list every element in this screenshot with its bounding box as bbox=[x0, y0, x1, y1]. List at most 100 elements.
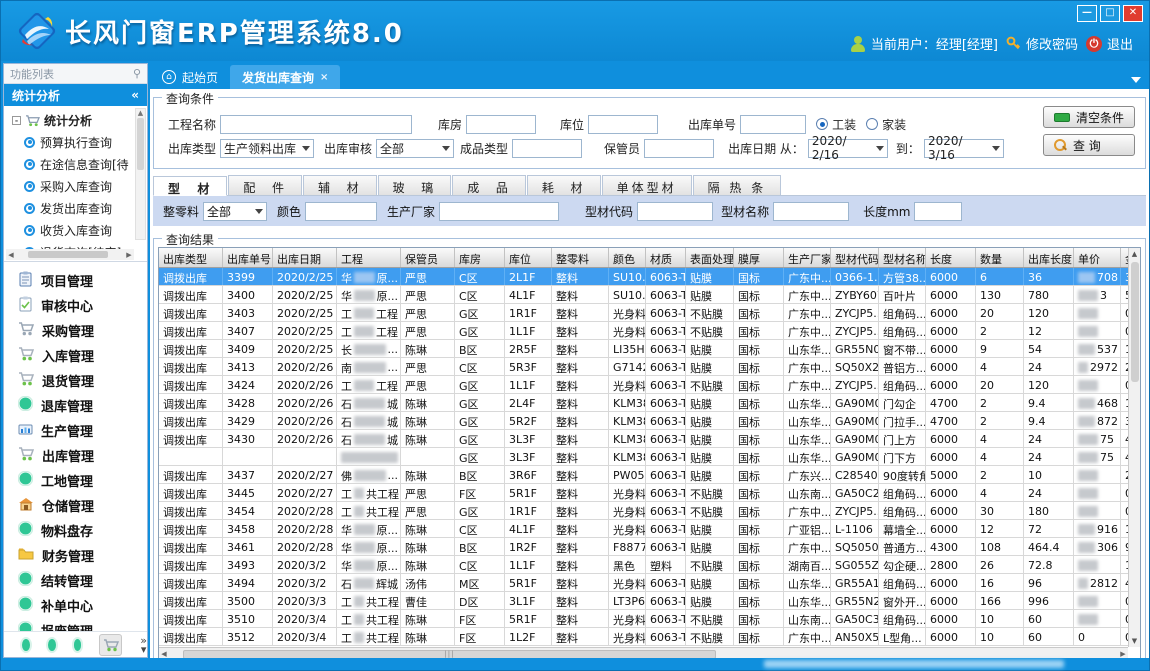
column-header-3[interactable]: 工程 bbox=[337, 248, 401, 267]
sidebar-item-12[interactable]: 结转管理 bbox=[4, 568, 147, 593]
sidebar-item-5[interactable]: 退库管理 bbox=[4, 393, 147, 418]
column-header-18[interactable]: 单价 bbox=[1074, 248, 1121, 267]
material-tab-2[interactable]: 辅 材 bbox=[303, 175, 377, 195]
audit-select[interactable]: 全部 bbox=[376, 139, 454, 158]
column-header-14[interactable]: 型材名称 bbox=[879, 248, 926, 267]
column-header-7[interactable]: 整零料 bbox=[552, 248, 609, 267]
tree-vertical-scrollbar[interactable]: ▲ bbox=[135, 108, 146, 240]
factory-input[interactable] bbox=[439, 202, 559, 221]
table-row[interactable]: 调拨出库34242020/2/26工工程严思G区1L1F整料光身料6063-T5… bbox=[159, 376, 1128, 394]
tree-item-3[interactable]: 发货出库查询 bbox=[10, 197, 147, 219]
table-row[interactable]: 调拨出库35102020/3/4工共工程陈琳F区5R1F整料光身料6063-T5… bbox=[159, 610, 1128, 628]
length-input[interactable] bbox=[914, 202, 962, 221]
column-header-8[interactable]: 颜色 bbox=[609, 248, 646, 267]
material-tab-1[interactable]: 配 件 bbox=[228, 175, 302, 195]
column-header-5[interactable]: 库房 bbox=[455, 248, 505, 267]
material-tab-7[interactable]: 隔 热 条 bbox=[693, 175, 782, 195]
sidebar-item-7[interactable]: 出库管理 bbox=[4, 443, 147, 468]
logout-button[interactable]: ⏻ 退出 bbox=[1086, 34, 1133, 53]
column-header-17[interactable]: 出库长度 bbox=[1024, 248, 1074, 267]
column-header-0[interactable]: 出库类型 bbox=[159, 248, 223, 267]
table-row[interactable]: G区3L3F整料KLM38176063-T5贴膜国标山东华...GA90M09.… bbox=[159, 448, 1128, 466]
table-row[interactable]: 调拨出库33992020/2/25华原...严思C区2L1F整料SU10...6… bbox=[159, 268, 1128, 286]
sidebar-item-3[interactable]: 入库管理 bbox=[4, 343, 147, 368]
project-name-input[interactable] bbox=[220, 115, 412, 134]
sidebar-item-6[interactable]: 生产管理 bbox=[4, 418, 147, 443]
sidebar-item-9[interactable]: 仓储管理 bbox=[4, 493, 147, 518]
column-header-11[interactable]: 膜厚 bbox=[734, 248, 784, 267]
column-header-2[interactable]: 出库日期 bbox=[273, 248, 337, 267]
sidebar-item-11[interactable]: 财务管理 bbox=[4, 543, 147, 568]
tree-expander-icon[interactable]: - bbox=[12, 116, 21, 125]
material-tab-3[interactable]: 玻 璃 bbox=[378, 175, 452, 195]
sidebar-item-13[interactable]: 补单中心 bbox=[4, 593, 147, 618]
radio-jiazhuang[interactable] bbox=[866, 118, 878, 130]
column-header-4[interactable]: 保管员 bbox=[401, 248, 455, 267]
radio-gongzhuang[interactable] bbox=[816, 118, 828, 130]
table-row[interactable]: 调拨出库34282020/2/26石城陈琳G区2L4F整料KLM38176063… bbox=[159, 394, 1128, 412]
search-button[interactable]: 查 询 bbox=[1043, 134, 1135, 156]
material-tab-4[interactable]: 成 品 bbox=[452, 175, 526, 195]
sidebar-item-4[interactable]: 退货管理 bbox=[4, 368, 147, 393]
tree-item-1[interactable]: 在途信息查询[待 bbox=[10, 153, 147, 175]
tree-horizontal-scrollbar[interactable]: ◀▶ bbox=[6, 249, 134, 260]
table-row[interactable]: 调拨出库34292020/2/26石城陈琳G区5R2F整料KLM38176063… bbox=[159, 412, 1128, 430]
tree-item-0[interactable]: 预算执行查询 bbox=[10, 131, 147, 153]
tree-root-statistics[interactable]: - 统计分析 bbox=[10, 110, 147, 131]
column-header-16[interactable]: 数量 bbox=[976, 248, 1024, 267]
date-to-select[interactable]: 2020/ 3/16 bbox=[924, 139, 1004, 158]
table-row[interactable]: 调拨出库34072020/2/25工工程严思G区1L1F整料光身料6063-T5… bbox=[159, 322, 1128, 340]
clear-conditions-button[interactable]: 清空条件 bbox=[1043, 106, 1135, 128]
table-row[interactable]: 调拨出库34582020/2/28华原...陈琳C区4L1F整料光身料6063-… bbox=[159, 520, 1128, 538]
change-password-button[interactable]: 修改密码 bbox=[1006, 34, 1078, 53]
profile-name-input[interactable] bbox=[773, 202, 849, 221]
close-button[interactable]: ✕ bbox=[1123, 5, 1143, 22]
material-tab-0[interactable]: 型 材 bbox=[153, 176, 227, 196]
tree-item-4[interactable]: 收货入库查询 bbox=[10, 219, 147, 241]
column-header-10[interactable]: 表面处理 bbox=[686, 248, 734, 267]
collapse-icon[interactable]: « bbox=[131, 88, 139, 102]
sidebar-item-2[interactable]: 采购管理 bbox=[4, 318, 147, 343]
whole-piece-select[interactable]: 全部 bbox=[203, 202, 267, 221]
warehouse-input[interactable] bbox=[466, 115, 536, 134]
color-input[interactable] bbox=[305, 202, 377, 221]
location-input[interactable] bbox=[588, 115, 658, 134]
table-row[interactable]: 调拨出库34612020/2/28华原...陈琳B区1R2F整料F8877FT6… bbox=[159, 538, 1128, 556]
profile-code-input[interactable] bbox=[637, 202, 713, 221]
sidebar-item-14[interactable]: 报废管理 bbox=[4, 618, 147, 631]
out-type-select[interactable]: 生产领料出库 bbox=[220, 139, 314, 158]
green-circle-icon[interactable] bbox=[74, 639, 82, 651]
table-row[interactable]: 调拨出库35002020/3/3工共工程曹佳D区3L1F整料LT3P606063… bbox=[159, 592, 1128, 610]
table-row[interactable]: 调拨出库34132020/2/26南...严思C区5R3F整料G71422606… bbox=[159, 358, 1128, 376]
table-row[interactable]: 调拨出库34452020/2/27工共工程严思F区5R1F整料光身料6063-T… bbox=[159, 484, 1128, 502]
table-row[interactable]: 调拨出库35122020/3/4工共工程陈琳F区1L2F整料光身料6063-T5… bbox=[159, 628, 1128, 646]
column-header-15[interactable]: 长度 bbox=[926, 248, 976, 267]
sidebar-item-1[interactable]: 审核中心 bbox=[4, 293, 147, 318]
table-row[interactable]: 调拨出库34302020/2/26石城陈琳G区3L3F整料KLM38176063… bbox=[159, 430, 1128, 448]
green-circle-icon[interactable] bbox=[22, 639, 30, 651]
tab-close-icon[interactable]: × bbox=[320, 72, 328, 83]
order-no-input[interactable] bbox=[740, 115, 806, 134]
sidebar-item-0[interactable]: 项目管理 bbox=[4, 268, 147, 293]
green-circle-icon[interactable] bbox=[48, 639, 56, 651]
table-row[interactable]: 调拨出库34032020/2/25工工程严思G区1R1F整料光身料6063-T5… bbox=[159, 304, 1128, 322]
sidebar-item-8[interactable]: 工地管理 bbox=[4, 468, 147, 493]
column-header-9[interactable]: 材质 bbox=[646, 248, 686, 267]
column-header-6[interactable]: 库位 bbox=[505, 248, 552, 267]
table-vertical-scrollbar[interactable]: ▲▼ bbox=[1128, 248, 1140, 647]
table-row[interactable]: 调拨出库34092020/2/25长...陈琳B区2R5F整料LI35HD606… bbox=[159, 340, 1128, 358]
cart-shortcut-button[interactable] bbox=[99, 634, 122, 656]
column-header-1[interactable]: 出库单号 bbox=[223, 248, 273, 267]
table-row[interactable]: 调拨出库34542020/2/28工共工程严思G区1R1F整料光身料6063-T… bbox=[159, 502, 1128, 520]
table-row[interactable]: 调拨出库34932020/3/2华原...陈琳C区1L1F整料黑色塑料不贴膜国标… bbox=[159, 556, 1128, 574]
date-from-select[interactable]: 2020/ 2/16 bbox=[808, 139, 888, 158]
table-row[interactable]: 调拨出库34372020/2/27佛...陈琳B区3R6F整料PW056063-… bbox=[159, 466, 1128, 484]
material-tab-5[interactable]: 耗 材 bbox=[527, 175, 601, 195]
column-header-13[interactable]: 型材代码 bbox=[831, 248, 879, 267]
minimize-button[interactable]: — bbox=[1077, 5, 1097, 22]
material-tab-6[interactable]: 单体型材 bbox=[602, 175, 692, 195]
column-header-12[interactable]: 生产厂家 bbox=[784, 248, 831, 267]
pin-icon[interactable]: ⚲ bbox=[133, 67, 141, 80]
maximize-button[interactable]: □ bbox=[1100, 5, 1120, 22]
sidebar-section-header[interactable]: 统计分析 « bbox=[4, 84, 147, 106]
